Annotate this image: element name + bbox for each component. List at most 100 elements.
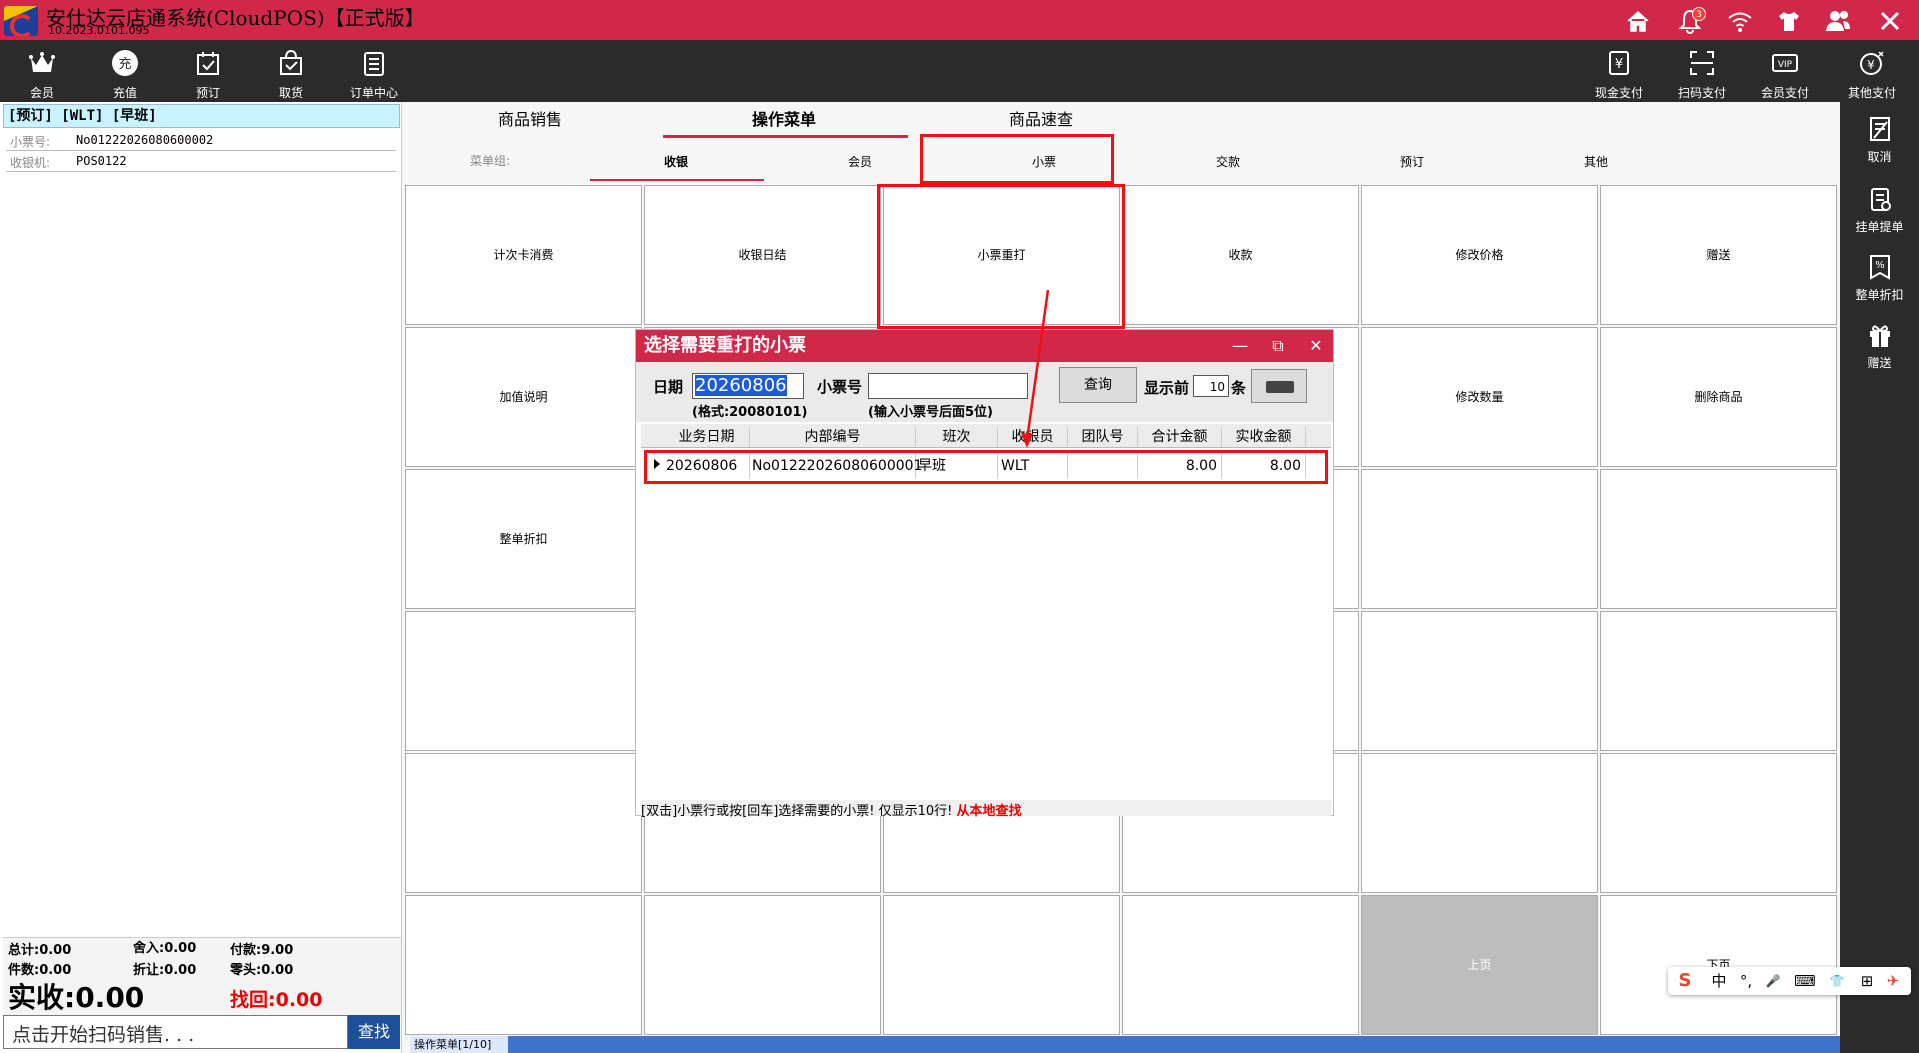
menu-cell[interactable] — [1361, 753, 1598, 893]
menu-cell[interactable]: 修改数量 — [1361, 327, 1598, 467]
subtab-payment[interactable]: 交款 — [1136, 149, 1320, 181]
ime-punctuation-icon[interactable]: °, — [1731, 967, 1761, 995]
keyboard-button[interactable] — [1251, 369, 1307, 403]
subtab-other[interactable]: 其他 — [1504, 149, 1688, 181]
change-amount: 找回:0.00 — [230, 989, 323, 1011]
ime-more-icon[interactable]: ✈ — [1878, 967, 1908, 995]
member-label: 会员 — [29, 86, 54, 100]
cancel-button[interactable]: 取消 — [1840, 108, 1919, 170]
col-date[interactable]: 业务日期 — [664, 427, 750, 447]
restore-icon[interactable]: ⧉ — [1265, 335, 1291, 357]
menu-cell[interactable]: 加值说明 — [405, 327, 642, 467]
member-pay-label: 会员支付 — [1760, 86, 1809, 100]
menu-cell[interactable]: 收款 — [1122, 185, 1359, 325]
menu-cell[interactable]: 整单折扣 — [405, 469, 642, 609]
show-count-input[interactable]: 10 — [1193, 375, 1229, 397]
col-cashier[interactable]: 收银员 — [998, 427, 1068, 447]
subtab-reserve[interactable]: 预订 — [1320, 149, 1504, 181]
scan-pay-button[interactable]: 扫码支付 — [1662, 40, 1742, 102]
scan-icon — [1687, 48, 1717, 78]
next-page-button[interactable]: 下页 — [1600, 895, 1837, 1035]
recharge-button[interactable]: 充 充值 — [85, 40, 165, 102]
cash-icon: ¥ — [1604, 48, 1634, 78]
tab-operation-menu[interactable]: 操作菜单 — [654, 102, 914, 138]
find-button[interactable]: 查找 — [348, 1015, 400, 1049]
pickup-button[interactable]: 取货 — [251, 40, 331, 102]
ticket-input[interactable] — [868, 373, 1028, 399]
menu-cell[interactable] — [1600, 611, 1837, 751]
odd-value: 零头:0.00 — [230, 963, 294, 978]
ime-keyboard-icon[interactable]: ⌨ — [1790, 967, 1820, 995]
close-icon[interactable] — [1875, 6, 1905, 36]
order-center-label: 订单中心 — [349, 86, 398, 100]
right-sidebar — [1840, 102, 1919, 1053]
minimize-icon[interactable]: — — [1227, 335, 1253, 357]
member-button[interactable]: 会员 — [2, 40, 82, 102]
discount-button[interactable]: % 整单折扣 — [1840, 246, 1919, 308]
shirt-icon[interactable] — [1774, 6, 1804, 36]
menu-cell[interactable]: 计次卡消费 — [405, 185, 642, 325]
scan-pay-label: 扫码支付 — [1677, 86, 1726, 100]
cash-pay-button[interactable]: ¥ 现金支付 — [1579, 40, 1659, 102]
hold-order-icon — [1865, 184, 1895, 214]
col-received[interactable]: 实收金额 — [1222, 427, 1306, 447]
col-shift[interactable]: 班次 — [916, 427, 998, 447]
close-icon[interactable]: ✕ — [1303, 335, 1329, 357]
menu-cell[interactable]: 收银日结 — [644, 185, 881, 325]
ime-voice-icon[interactable]: 🎤 — [1758, 967, 1788, 995]
order-panel — [0, 102, 402, 1053]
home-icon[interactable] — [1623, 6, 1653, 36]
hold-order-button[interactable]: 挂单提单 — [1840, 178, 1919, 240]
clipboard-icon — [359, 48, 389, 78]
date-input[interactable]: 20260806 — [692, 373, 804, 399]
subtab-cashier[interactable]: 收银 — [584, 149, 768, 181]
member-pay-button[interactable]: VIP 会员支付 — [1745, 40, 1825, 102]
menu-cell[interactable] — [405, 895, 642, 1035]
register-label: 收银机: — [10, 156, 51, 170]
hold-order-label: 挂单提单 — [1855, 220, 1904, 234]
dialog-status-bar: [双击]小票行或按[回车]选择需要的小票! 仅显示10行! 从本地查找 — [641, 800, 1331, 819]
menu-cell[interactable] — [1361, 611, 1598, 751]
scan-input[interactable]: 点击开始扫码销售. . . — [3, 1015, 348, 1049]
menu-cell[interactable] — [644, 895, 881, 1035]
page-indicator-bar — [410, 1036, 1840, 1053]
other-pay-icon: ¥ — [1857, 48, 1887, 78]
menu-cell[interactable] — [1122, 895, 1359, 1035]
ime-mode[interactable]: 中 — [1704, 967, 1734, 995]
calendar-check-icon — [193, 48, 223, 78]
menu-cell[interactable] — [405, 753, 642, 893]
menu-cell[interactable]: 删除商品 — [1600, 327, 1837, 467]
reserve-button[interactable]: 预订 — [168, 40, 248, 102]
order-center-button[interactable]: 订单中心 — [334, 40, 414, 102]
menu-cell[interactable]: 赠送 — [1600, 185, 1837, 325]
highlight-box — [920, 134, 1114, 184]
app-logo-icon — [4, 6, 38, 36]
menu-cell[interactable] — [883, 895, 1120, 1035]
menu-cell[interactable] — [405, 611, 642, 751]
bag-check-icon — [276, 48, 306, 78]
ime-skin-icon[interactable]: 👕 — [1822, 967, 1852, 995]
show-count-prefix: 显示前 — [1144, 379, 1190, 397]
col-internal-no[interactable]: 内部编号 — [750, 427, 916, 447]
date-value: 20260806 — [695, 375, 787, 396]
menu-cell[interactable]: 修改价格 — [1361, 185, 1598, 325]
menu-cell[interactable] — [1361, 469, 1598, 609]
recharge-icon: 充 — [110, 48, 140, 78]
order-header: [预订] [WLT] [早班] — [3, 104, 400, 128]
ime-logo-icon[interactable]: S — [1670, 967, 1700, 995]
highlight-box — [877, 184, 1125, 329]
other-pay-button[interactable]: ¥ 其他支付 — [1832, 40, 1912, 102]
notification-badge: 3 — [1692, 7, 1706, 21]
gift-button[interactable]: 赠送 — [1840, 314, 1919, 376]
col-total[interactable]: 合计金额 — [1138, 427, 1222, 447]
menu-cell[interactable] — [1600, 753, 1837, 893]
col-team[interactable]: 团队号 — [1068, 427, 1138, 447]
users-icon[interactable] — [1823, 6, 1853, 36]
register-value: POS0122 — [76, 154, 127, 168]
tab-product-sales[interactable]: 商品销售 — [400, 102, 660, 138]
tab-product-lookup[interactable]: 商品速查 — [911, 102, 1171, 138]
menu-cell[interactable] — [1600, 469, 1837, 609]
cancel-label: 取消 — [1867, 150, 1892, 164]
query-button[interactable]: 查询 — [1059, 367, 1137, 403]
prev-page-button[interactable]: 上页 — [1361, 895, 1598, 1035]
